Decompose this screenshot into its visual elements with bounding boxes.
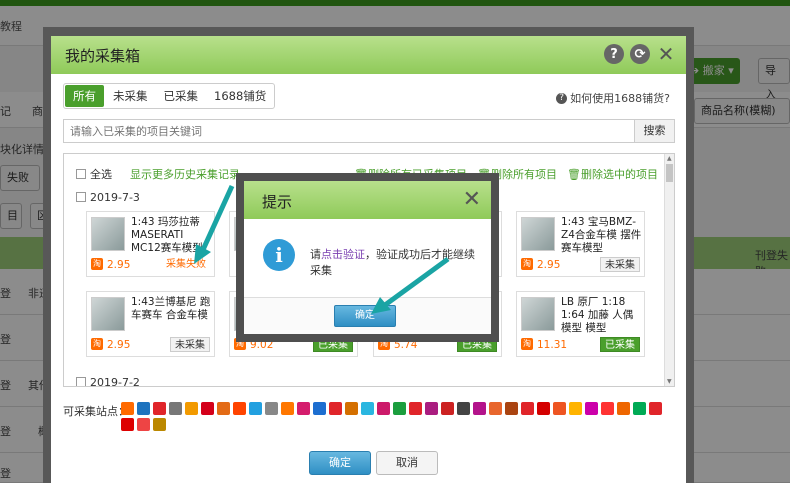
taobao-icon: 淘 bbox=[91, 258, 103, 270]
site-logo-icon[interactable] bbox=[313, 402, 326, 415]
scroll-down-icon[interactable]: ▼ bbox=[667, 378, 672, 385]
help-1688-link[interactable]: ? 如何使用1688铺货? bbox=[556, 90, 670, 106]
tip-footer: 确定 bbox=[244, 297, 491, 334]
site-logo-icon[interactable] bbox=[585, 402, 598, 415]
product-card[interactable]: 1:43兰博基尼 跑车赛车 合金车模 淘 2.95 未采集 bbox=[86, 291, 215, 357]
refresh-icon[interactable]: ⟳ bbox=[630, 44, 650, 64]
site-logo-icon[interactable] bbox=[153, 402, 166, 415]
list-scrollbar[interactable]: ▲ ▼ bbox=[664, 154, 674, 386]
site-logo-icon[interactable] bbox=[121, 418, 134, 431]
site-logo-icon[interactable] bbox=[217, 402, 230, 415]
site-logo-icon[interactable] bbox=[169, 402, 182, 415]
help-1688-label: 如何使用1688铺货? bbox=[570, 92, 670, 105]
cancel-button[interactable]: 取消 bbox=[376, 451, 438, 475]
site-logo-icon[interactable] bbox=[537, 402, 550, 415]
site-logo-icon[interactable] bbox=[281, 402, 294, 415]
tab-all[interactable]: 所有 bbox=[65, 85, 104, 107]
search-bar: 搜索 bbox=[63, 119, 675, 143]
tab-uncollected[interactable]: 未采集 bbox=[105, 84, 156, 108]
site-logo-icon[interactable] bbox=[521, 402, 534, 415]
site-logo-icon[interactable] bbox=[233, 402, 246, 415]
search-button[interactable]: 搜索 bbox=[634, 120, 674, 142]
confirm-button[interactable]: 确定 bbox=[309, 451, 371, 475]
trash-icon: 🗑 bbox=[567, 168, 581, 181]
dialog-title-bar: 我的采集箱 ? ⟳ ✕ bbox=[51, 36, 686, 74]
filter-tabs: 所有 未采集 已采集 1688铺货 bbox=[63, 83, 276, 109]
site-logo-icon[interactable] bbox=[473, 402, 486, 415]
tip-confirm-button[interactable]: 确定 bbox=[334, 305, 396, 327]
date-group-2[interactable]: 2019-7-2 bbox=[76, 376, 140, 386]
site-logo-icon[interactable] bbox=[297, 402, 310, 415]
tip-message: 请点击验证，验证成功后才能继续采集 bbox=[310, 248, 475, 277]
site-logo-icon[interactable] bbox=[249, 402, 262, 415]
info-icon: i bbox=[263, 239, 295, 271]
site-logo-icon[interactable] bbox=[137, 418, 150, 431]
tip-title: 提示 bbox=[262, 193, 293, 211]
product-image bbox=[91, 217, 125, 251]
site-icon-list bbox=[121, 402, 673, 431]
date-checkbox[interactable] bbox=[76, 192, 86, 202]
delete-selected-link[interactable]: 🗑删除选中的项目 bbox=[567, 166, 658, 182]
site-logo-icon[interactable] bbox=[393, 402, 406, 415]
select-all-checkbox[interactable] bbox=[76, 169, 86, 179]
site-logo-icon[interactable] bbox=[505, 402, 518, 415]
tab-collected[interactable]: 已采集 bbox=[156, 84, 207, 108]
taobao-icon: 淘 bbox=[91, 338, 103, 350]
site-logo-icon[interactable] bbox=[425, 402, 438, 415]
site-logo-icon[interactable] bbox=[553, 402, 566, 415]
site-logo-icon[interactable] bbox=[617, 402, 630, 415]
site-logo-icon[interactable] bbox=[409, 402, 422, 415]
site-logo-icon[interactable] bbox=[185, 402, 198, 415]
site-logo-icon[interactable] bbox=[153, 418, 166, 431]
site-logo-icon[interactable] bbox=[569, 402, 582, 415]
product-card[interactable]: LB 原厂 1:18 1:64 加藤 人偶模型 模型 淘 11.31 已采集 bbox=[516, 291, 645, 357]
product-image bbox=[91, 297, 125, 331]
site-logo-icon[interactable] bbox=[649, 402, 662, 415]
close-icon[interactable]: ✕ bbox=[463, 187, 481, 212]
date-checkbox[interactable] bbox=[76, 377, 86, 386]
site-logo-icon[interactable] bbox=[601, 402, 614, 415]
site-logo-icon[interactable] bbox=[441, 402, 454, 415]
site-logo-icon[interactable] bbox=[137, 402, 150, 415]
date-group-1[interactable]: 2019-7-3 bbox=[76, 191, 140, 204]
close-icon[interactable]: ✕ bbox=[656, 42, 676, 66]
site-logo-icon[interactable] bbox=[121, 402, 134, 415]
status-badge: 采集失败 bbox=[166, 259, 206, 270]
product-card[interactable]: 1:43 宝马BMZ-Z4合金车模 摆件赛车模型 淘 2.95 未采集 bbox=[516, 211, 645, 277]
site-logo-icon[interactable] bbox=[201, 402, 214, 415]
dialog-title: 我的采集箱 bbox=[65, 47, 141, 65]
product-image bbox=[521, 217, 555, 251]
site-logo-icon[interactable] bbox=[329, 402, 342, 415]
status-badge: 未采集 bbox=[170, 337, 210, 352]
status-badge: 未采集 bbox=[600, 257, 640, 272]
tip-body: i 请点击验证，验证成功后才能继续采集 bbox=[244, 219, 491, 297]
question-icon: ? bbox=[556, 92, 568, 104]
product-image bbox=[521, 297, 555, 331]
tip-title-bar: 提示 ✕ bbox=[244, 181, 491, 219]
search-input[interactable] bbox=[64, 120, 624, 142]
site-logo-icon[interactable] bbox=[377, 402, 390, 415]
tab-1688[interactable]: 1688铺货 bbox=[206, 84, 274, 108]
status-badge: 已采集 bbox=[600, 337, 640, 352]
taobao-icon: 淘 bbox=[521, 258, 533, 270]
scroll-up-icon[interactable]: ▲ bbox=[667, 155, 672, 162]
sites-label: 可采集站点： bbox=[63, 405, 129, 418]
site-logo-icon[interactable] bbox=[633, 402, 646, 415]
site-logo-icon[interactable] bbox=[457, 402, 470, 415]
verify-link[interactable]: 点击验证 bbox=[321, 248, 365, 261]
select-all[interactable]: 全选 bbox=[76, 166, 112, 182]
tip-dialog: 提示 ✕ i 请点击验证，验证成功后才能继续采集 确定 bbox=[236, 173, 499, 342]
site-logo-icon[interactable] bbox=[489, 402, 502, 415]
site-logo-icon[interactable] bbox=[361, 402, 374, 415]
taobao-icon: 淘 bbox=[521, 338, 533, 350]
site-logo-icon[interactable] bbox=[265, 402, 278, 415]
scroll-thumb[interactable] bbox=[666, 164, 673, 182]
site-logo-icon[interactable] bbox=[345, 402, 358, 415]
help-icon[interactable]: ? bbox=[604, 44, 624, 64]
more-history-link[interactable]: 显示更多历史采集记录 bbox=[130, 166, 240, 182]
product-card[interactable]: 1:43 玛莎拉蒂 MASERATI MC12赛车模型 淘 2.95 采集失败 bbox=[86, 211, 215, 277]
